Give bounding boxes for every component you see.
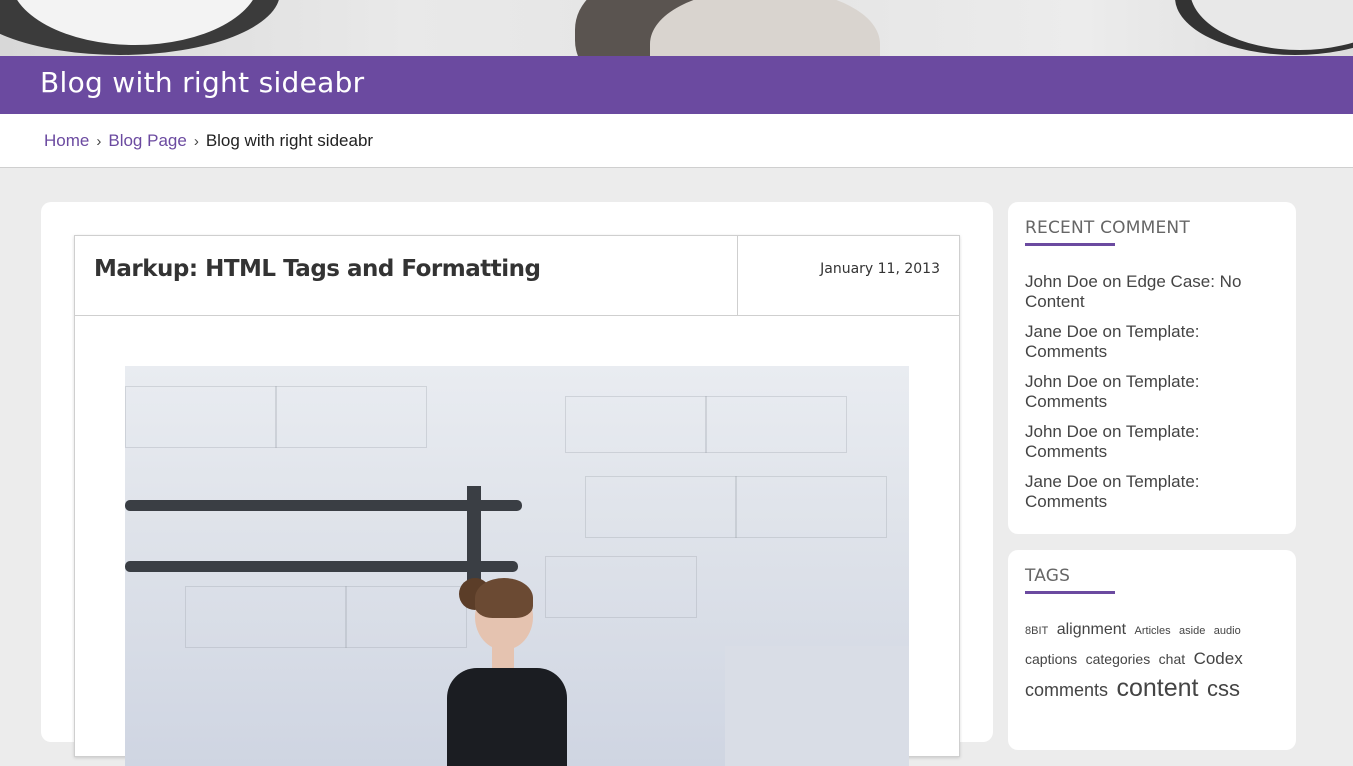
hero-banner-image (0, 0, 1353, 56)
recent-comment-item[interactable]: Jane Doe on Template: Comments (1025, 322, 1280, 362)
recent-comments-widget: RECENT COMMENT John Doe on Edge Case: No… (1008, 202, 1296, 534)
tag-link[interactable]: 8BIT (1025, 625, 1048, 637)
post-featured-image[interactable] (125, 366, 909, 766)
post-title[interactable]: Markup: HTML Tags and Formatting (94, 256, 541, 282)
tags-heading: TAGS (1025, 566, 1071, 586)
tag-link[interactable]: captions (1025, 651, 1077, 667)
breadcrumb-current: Blog with right sideabr (205, 131, 374, 150)
tag-link[interactable]: alignment (1057, 621, 1126, 638)
chevron-right-icon: › (193, 132, 199, 150)
tag-link[interactable]: aside (1179, 625, 1205, 637)
recent-comments-heading: RECENT COMMENT (1025, 218, 1190, 238)
breadcrumb-home-link[interactable]: Home (44, 131, 89, 151)
page-title-bar: Blog with right sideabr (0, 56, 1353, 114)
recent-comment-item[interactable]: John Doe on Template: Comments (1025, 372, 1280, 412)
breadcrumb-blog-page-link[interactable]: Blog Page (108, 131, 186, 151)
tag-link[interactable]: css (1207, 676, 1240, 701)
heading-underline (1025, 591, 1115, 594)
recent-comment-item[interactable]: Jane Doe on Template: Comments (1025, 472, 1280, 512)
tag-link[interactable]: comments (1025, 680, 1108, 700)
tags-widget: TAGS 8BIT alignment Articles aside audio… (1008, 550, 1296, 750)
recent-comment-item[interactable]: John Doe on Template: Comments (1025, 422, 1280, 462)
tag-link[interactable]: Articles (1135, 625, 1171, 637)
breadcrumb-bar: Home › Blog Page › Blog with right sidea… (0, 114, 1353, 168)
tag-link[interactable]: chat (1159, 651, 1185, 667)
main-content-card: Markup: HTML Tags and Formatting January… (41, 202, 993, 766)
page-title: Blog with right sideabr (40, 66, 365, 99)
tag-link[interactable]: audio (1214, 625, 1241, 637)
recent-comments-list: John Doe on Edge Case: No Content Jane D… (1025, 272, 1280, 522)
heading-underline (1025, 243, 1115, 246)
recent-comment-item[interactable]: John Doe on Edge Case: No Content (1025, 272, 1280, 312)
tag-cloud: 8BIT alignment Articles aside audio capt… (1025, 616, 1285, 706)
post-date-box: January 11, 2013 (737, 236, 960, 315)
blog-post: Markup: HTML Tags and Formatting January… (74, 235, 960, 766)
tag-link[interactable]: content (1116, 674, 1198, 702)
chevron-right-icon: › (96, 132, 102, 150)
tag-link[interactable]: Codex (1194, 649, 1243, 668)
post-date: January 11, 2013 (820, 261, 940, 277)
post-header: Markup: HTML Tags and Formatting January… (75, 236, 959, 316)
breadcrumb: Home › Blog Page › Blog with right sidea… (44, 131, 373, 151)
tag-link[interactable]: categories (1086, 651, 1151, 667)
